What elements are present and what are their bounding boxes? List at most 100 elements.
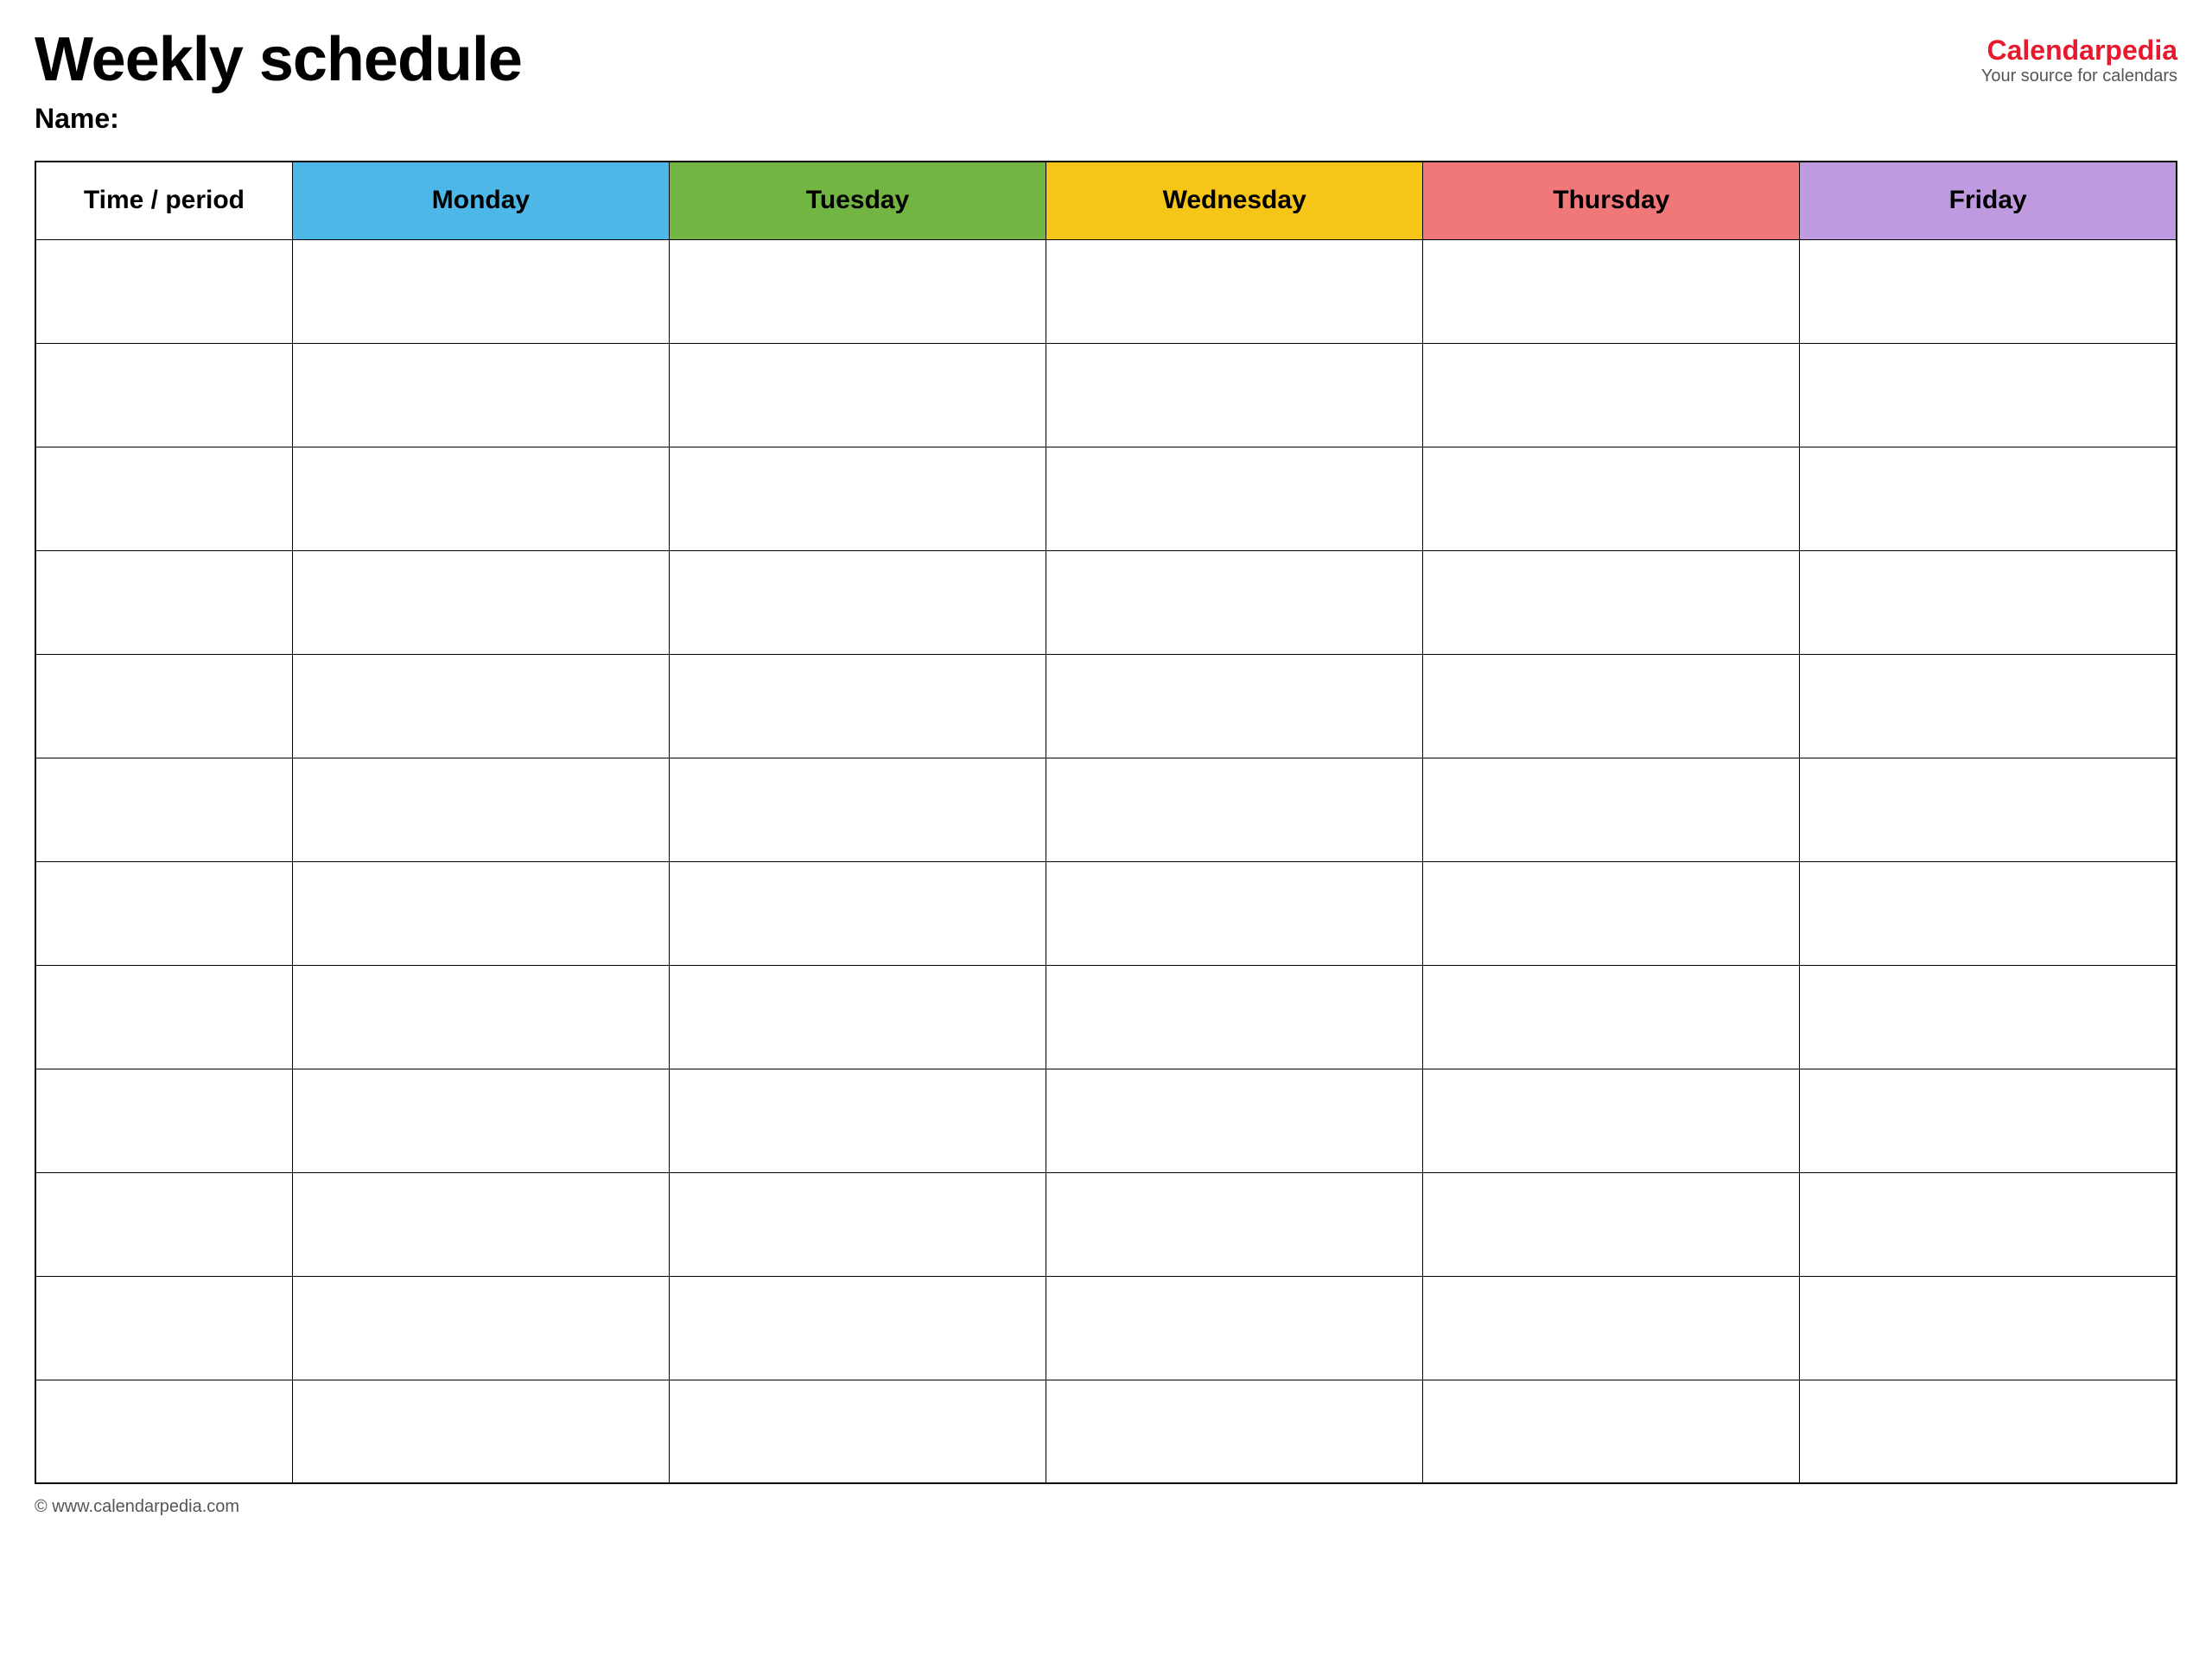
cell-row1-col2[interactable] (669, 343, 1046, 447)
cell-row1-col4[interactable] (1423, 343, 1800, 447)
cell-row3-col3[interactable] (1046, 550, 1423, 654)
table-row (35, 965, 2177, 1069)
cell-row6-col3[interactable] (1046, 861, 1423, 965)
cell-row7-col4[interactable] (1423, 965, 1800, 1069)
table-row (35, 654, 2177, 758)
cell-row6-col5[interactable] (1800, 861, 2177, 965)
col-header-wednesday: Wednesday (1046, 162, 1423, 239)
cell-row10-col0[interactable] (35, 1276, 292, 1380)
cell-row5-col3[interactable] (1046, 758, 1423, 861)
col-header-monday: Monday (292, 162, 669, 239)
page-title: Weekly schedule (35, 26, 1981, 94)
cell-row8-col2[interactable] (669, 1069, 1046, 1172)
cell-row10-col1[interactable] (292, 1276, 669, 1380)
cell-row11-col3[interactable] (1046, 1380, 1423, 1483)
cell-row2-col1[interactable] (292, 447, 669, 550)
cell-row0-col1[interactable] (292, 239, 669, 343)
cell-row4-col5[interactable] (1800, 654, 2177, 758)
cell-row3-col1[interactable] (292, 550, 669, 654)
cell-row6-col4[interactable] (1423, 861, 1800, 965)
cell-row3-col2[interactable] (669, 550, 1046, 654)
cell-row0-col2[interactable] (669, 239, 1046, 343)
cell-row9-col3[interactable] (1046, 1172, 1423, 1276)
table-row (35, 1069, 2177, 1172)
col-header-time: Time / period (35, 162, 292, 239)
cell-row10-col5[interactable] (1800, 1276, 2177, 1380)
cell-row10-col2[interactable] (669, 1276, 1046, 1380)
cell-row11-col2[interactable] (669, 1380, 1046, 1483)
cell-row2-col0[interactable] (35, 447, 292, 550)
cell-row11-col4[interactable] (1423, 1380, 1800, 1483)
cell-row3-col5[interactable] (1800, 550, 2177, 654)
cell-row10-col4[interactable] (1423, 1276, 1800, 1380)
cell-row0-col5[interactable] (1800, 239, 2177, 343)
logo-black: Calendar (1986, 35, 2105, 66)
cell-row7-col1[interactable] (292, 965, 669, 1069)
cell-row3-col0[interactable] (35, 550, 292, 654)
cell-row2-col3[interactable] (1046, 447, 1423, 550)
cell-row8-col1[interactable] (292, 1069, 669, 1172)
table-row (35, 1172, 2177, 1276)
cell-row7-col5[interactable] (1800, 965, 2177, 1069)
cell-row9-col2[interactable] (669, 1172, 1046, 1276)
cell-row4-col2[interactable] (669, 654, 1046, 758)
cell-row6-col1[interactable] (292, 861, 669, 965)
col-header-friday: Friday (1800, 162, 2177, 239)
cell-row1-col5[interactable] (1800, 343, 2177, 447)
cell-row5-col1[interactable] (292, 758, 669, 861)
cell-row9-col1[interactable] (292, 1172, 669, 1276)
col-header-thursday: Thursday (1423, 162, 1800, 239)
cell-row2-col4[interactable] (1423, 447, 1800, 550)
cell-row6-col2[interactable] (669, 861, 1046, 965)
cell-row3-col4[interactable] (1423, 550, 1800, 654)
cell-row0-col4[interactable] (1423, 239, 1800, 343)
cell-row0-col3[interactable] (1046, 239, 1423, 343)
cell-row7-col3[interactable] (1046, 965, 1423, 1069)
cell-row9-col0[interactable] (35, 1172, 292, 1276)
name-label: Name: (35, 103, 2177, 135)
cell-row5-col2[interactable] (669, 758, 1046, 861)
cell-row2-col2[interactable] (669, 447, 1046, 550)
cell-row4-col4[interactable] (1423, 654, 1800, 758)
cell-row4-col3[interactable] (1046, 654, 1423, 758)
footer: © www.calendarpedia.com (35, 1497, 2177, 1517)
table-row (35, 1276, 2177, 1380)
cell-row5-col4[interactable] (1423, 758, 1800, 861)
cell-row5-col5[interactable] (1800, 758, 2177, 861)
cell-row8-col0[interactable] (35, 1069, 292, 1172)
cell-row4-col1[interactable] (292, 654, 669, 758)
cell-row4-col0[interactable] (35, 654, 292, 758)
title-area: Weekly schedule (35, 26, 1981, 94)
table-row (35, 550, 2177, 654)
table-row (35, 239, 2177, 343)
cell-row2-col5[interactable] (1800, 447, 2177, 550)
cell-row1-col0[interactable] (35, 343, 292, 447)
cell-row8-col5[interactable] (1800, 1069, 2177, 1172)
cell-row9-col4[interactable] (1423, 1172, 1800, 1276)
cell-row1-col1[interactable] (292, 343, 669, 447)
table-row (35, 343, 2177, 447)
col-header-tuesday: Tuesday (669, 162, 1046, 239)
table-row (35, 861, 2177, 965)
table-row (35, 758, 2177, 861)
table-row (35, 1380, 2177, 1483)
table-header-row: Time / period Monday Tuesday Wednesday T… (35, 162, 2177, 239)
schedule-body (35, 239, 2177, 1483)
cell-row10-col3[interactable] (1046, 1276, 1423, 1380)
footer-url: © www.calendarpedia.com (35, 1497, 239, 1516)
cell-row5-col0[interactable] (35, 758, 292, 861)
logo-text: Calendarpedia (1986, 35, 2177, 67)
cell-row8-col3[interactable] (1046, 1069, 1423, 1172)
cell-row11-col1[interactable] (292, 1380, 669, 1483)
logo-area: Calendarpedia Your source for calendars (1981, 26, 2177, 86)
cell-row11-col0[interactable] (35, 1380, 292, 1483)
cell-row11-col5[interactable] (1800, 1380, 2177, 1483)
cell-row1-col3[interactable] (1046, 343, 1423, 447)
schedule-table: Time / period Monday Tuesday Wednesday T… (35, 161, 2177, 1484)
cell-row8-col4[interactable] (1423, 1069, 1800, 1172)
cell-row6-col0[interactable] (35, 861, 292, 965)
cell-row7-col0[interactable] (35, 965, 292, 1069)
cell-row0-col0[interactable] (35, 239, 292, 343)
cell-row7-col2[interactable] (669, 965, 1046, 1069)
cell-row9-col5[interactable] (1800, 1172, 2177, 1276)
